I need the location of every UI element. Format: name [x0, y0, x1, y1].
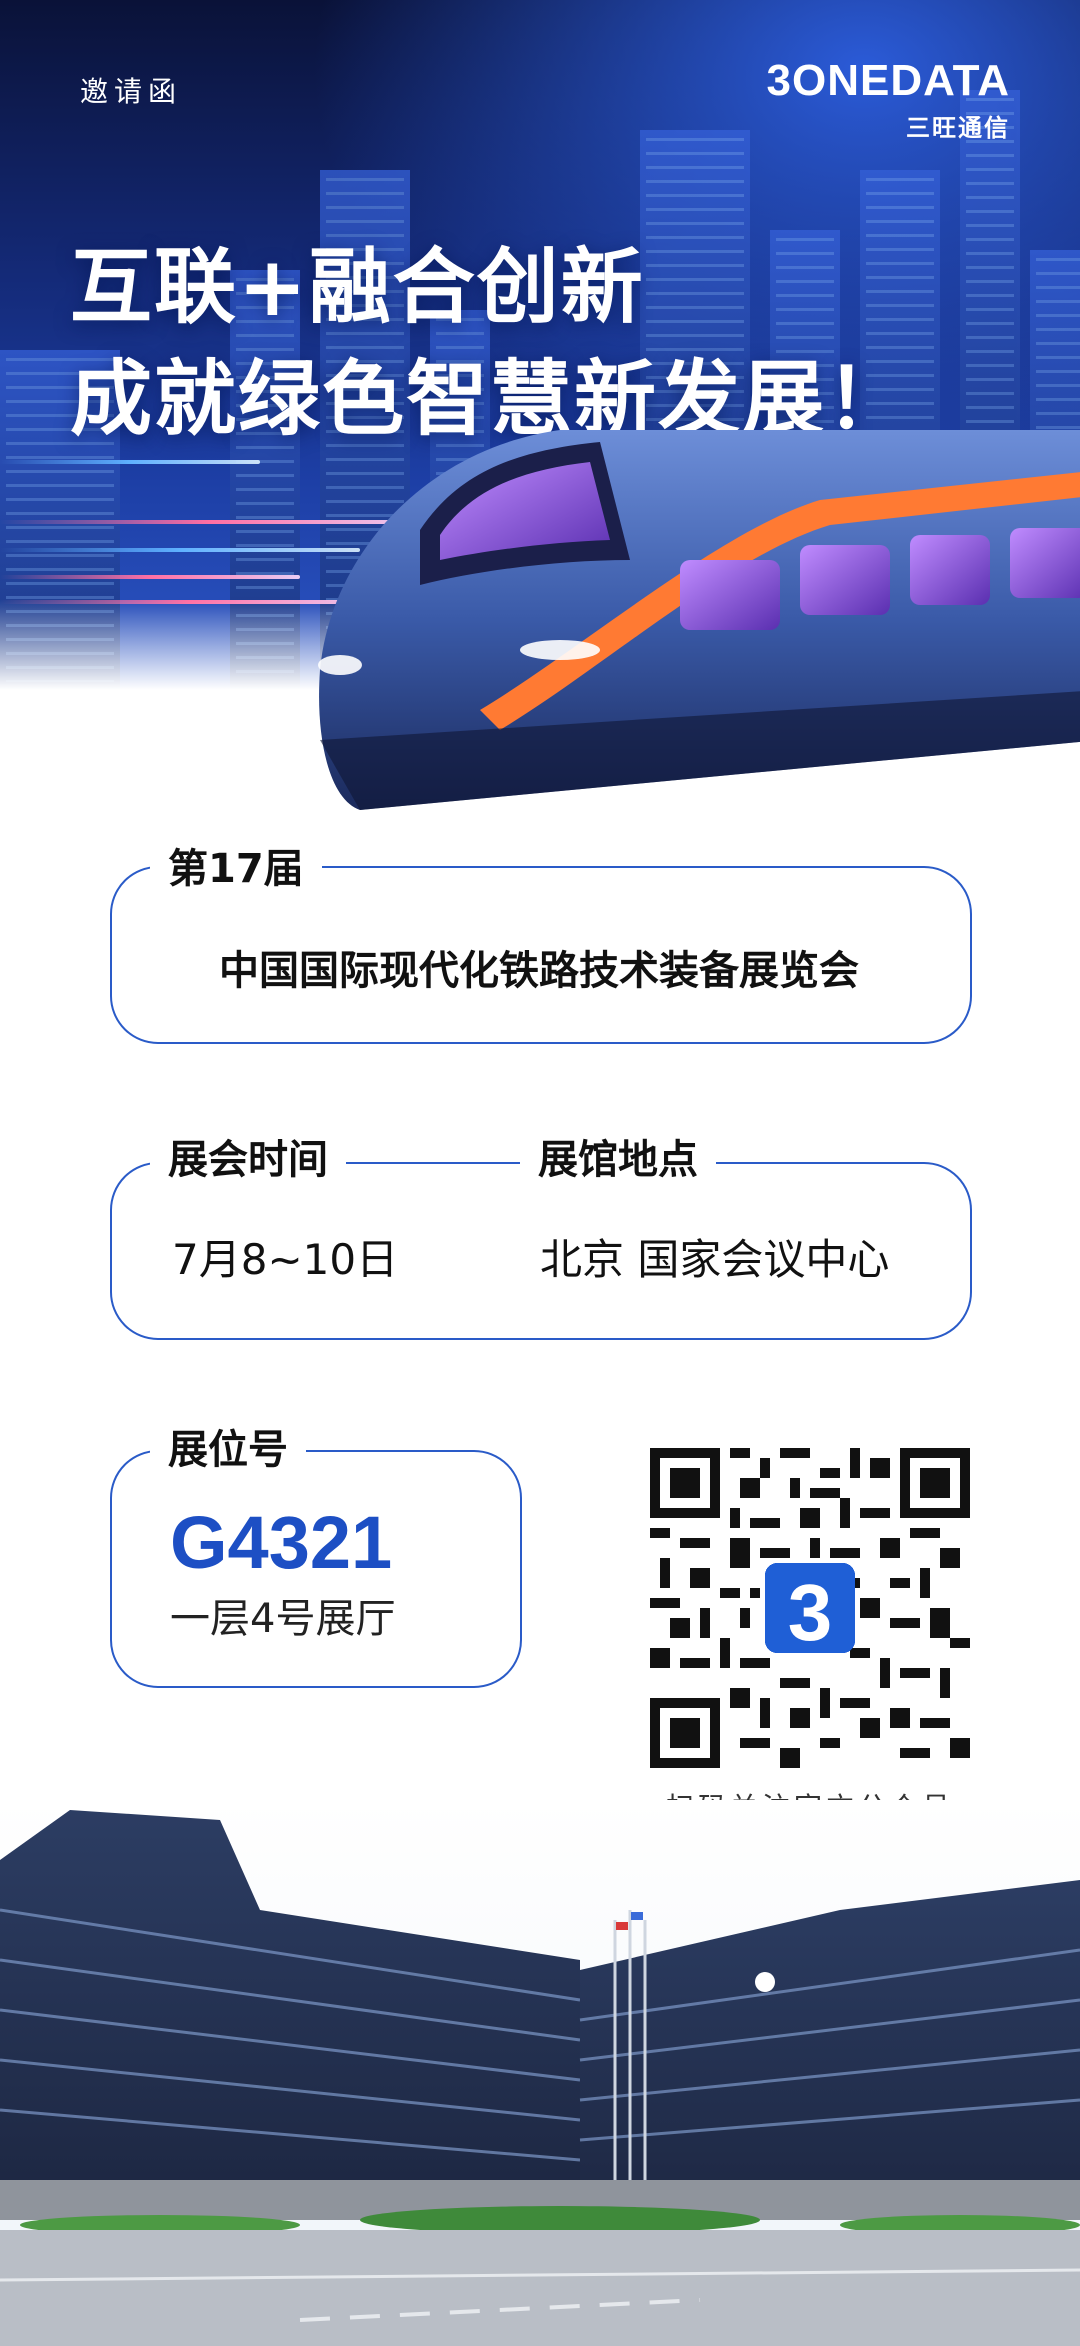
company-logo: 3ONEDATA 三旺通信 — [760, 56, 1010, 142]
hall-info: 一层4号展厅 — [170, 1596, 396, 1642]
exhibition-date: 7月8~10日 — [172, 1235, 399, 1284]
train-illustration — [318, 430, 1080, 810]
headline-line-1: 互联+融合创新 — [70, 240, 645, 335]
qr-code[interactable]: 3 — [650, 1448, 970, 1768]
svg-text:3: 3 — [788, 1568, 833, 1657]
exhibition-venue: 北京 国家会议中心 — [540, 1235, 890, 1284]
logo-wordmark: 3ONEDATA — [766, 56, 1010, 105]
invitation-label: 邀请函 — [80, 75, 183, 108]
headquarters-building-image — [0, 1800, 1080, 2346]
venue-label: 展馆地点 — [520, 1136, 716, 1184]
logo-chinese-name: 三旺通信 — [906, 114, 1010, 142]
exhibition-name: 中国国际现代化铁路技术装备展览会 — [219, 948, 859, 994]
time-label: 展会时间 — [150, 1136, 346, 1184]
booth-number: G4321 — [170, 1501, 393, 1584]
booth-label: 展位号 — [150, 1426, 306, 1474]
edition-label: 第17届 — [150, 845, 322, 893]
